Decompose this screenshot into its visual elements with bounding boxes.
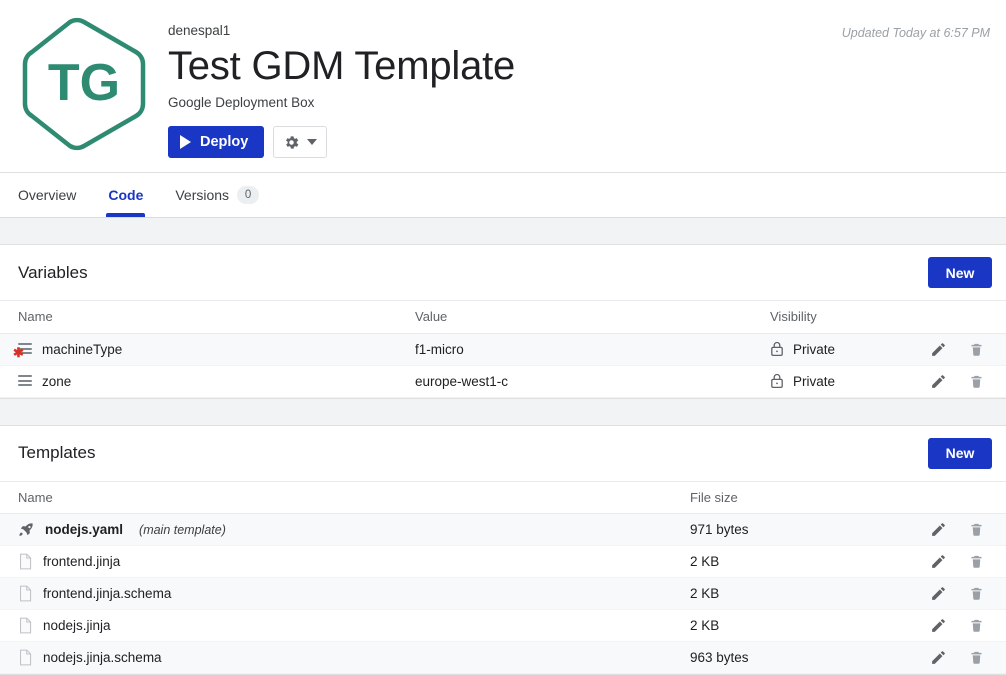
tab-bar: Overview Code Versions 0	[0, 173, 1006, 218]
tab-code[interactable]: Code	[92, 173, 159, 217]
tab-overview-label: Overview	[18, 187, 77, 203]
tab-overview[interactable]: Overview	[2, 173, 92, 217]
table-row[interactable]: ✱ machineType f1-micro Private	[0, 333, 1006, 365]
deploy-button[interactable]: Deploy	[168, 126, 265, 158]
svg-text:TG: TG	[48, 54, 120, 112]
page-subtitle: Google Deployment Box	[168, 95, 315, 110]
variable-name: zone	[42, 373, 72, 389]
pencil-icon[interactable]	[930, 585, 947, 602]
trash-icon[interactable]	[969, 341, 984, 358]
versions-count-badge: 0	[237, 186, 260, 204]
file-icon	[18, 617, 33, 634]
section-gap-middle	[0, 398, 1006, 425]
pencil-icon[interactable]	[930, 373, 947, 390]
file-icon	[18, 553, 33, 570]
deploy-button-label: Deploy	[200, 134, 249, 150]
table-row[interactable]: nodejs.yaml (main template) 971 bytes	[0, 513, 1006, 546]
main-template-note: (main template)	[139, 522, 226, 537]
chevron-down-icon	[307, 139, 318, 145]
template-name: frontend.jinja.schema	[43, 586, 172, 601]
rocket-icon	[18, 521, 35, 538]
template-filesize: 2 KB	[690, 586, 720, 601]
template-name: nodejs.yaml	[45, 522, 124, 537]
variables-title: Variables	[18, 262, 88, 282]
trash-icon[interactable]	[969, 553, 984, 570]
templates-col-actions	[930, 481, 1006, 514]
variable-value: f1-micro	[415, 341, 464, 357]
tab-code-label: Code	[108, 187, 144, 203]
pencil-icon[interactable]	[930, 617, 947, 634]
template-name: nodejs.jinja	[43, 618, 111, 633]
template-logo: TG	[14, 14, 154, 154]
templates-header-row: Name File size	[0, 481, 1006, 514]
trash-icon[interactable]	[969, 585, 984, 602]
lock-icon	[770, 373, 784, 389]
template-filesize: 2 KB	[690, 554, 720, 569]
variables-col-value: Value	[415, 301, 770, 334]
template-filesize: 971 bytes	[690, 522, 749, 537]
trash-icon[interactable]	[969, 521, 984, 538]
templates-col-name: Name	[0, 481, 690, 514]
variable-value: europe-west1-c	[415, 373, 509, 389]
variable-visibility: Private	[793, 341, 836, 357]
drag-handle-icon[interactable]	[18, 374, 32, 388]
page-header: Updated Today at 6:57 PM TG denespal1 Te…	[0, 0, 1006, 173]
trash-icon[interactable]	[969, 617, 984, 634]
lock-icon	[770, 341, 784, 357]
file-icon	[18, 585, 33, 602]
pencil-icon[interactable]	[930, 521, 947, 538]
variables-header-row: Name Value Visibility	[0, 301, 1006, 334]
hexagon-logo-icon: TG	[22, 17, 146, 151]
templates-table: Name File size nodejs.yaml (main templat…	[0, 481, 1006, 675]
file-icon	[18, 649, 33, 666]
table-row[interactable]: zone europe-west1-c Private	[0, 365, 1006, 397]
template-name: nodejs.jinja.schema	[43, 650, 162, 665]
variable-name: machineType	[42, 341, 123, 357]
updated-timestamp: Updated Today at 6:57 PM	[841, 26, 990, 40]
template-filesize: 2 KB	[690, 618, 720, 633]
page-title: Test GDM Template	[168, 44, 516, 88]
table-row[interactable]: frontend.jinja.schema 2 KB	[0, 577, 1006, 610]
template-filesize: 963 bytes	[690, 650, 749, 665]
required-asterisk-icon: ✱	[13, 345, 24, 360]
owner-name: denespal1	[168, 23, 231, 38]
variables-col-name: Name	[0, 301, 415, 334]
drag-handle-icon[interactable]: ✱	[13, 342, 32, 359]
variable-visibility: Private	[793, 373, 836, 389]
variables-new-button[interactable]: New	[928, 257, 992, 288]
pencil-icon[interactable]	[930, 553, 947, 570]
templates-col-filesize: File size	[690, 481, 930, 514]
pencil-icon[interactable]	[930, 649, 947, 666]
variables-col-actions	[930, 301, 1006, 334]
variables-card: Variables New Name Value Visibility ✱ ma…	[0, 244, 1006, 399]
template-name: frontend.jinja	[43, 554, 121, 569]
settings-dropdown-button[interactable]	[273, 126, 328, 158]
trash-icon[interactable]	[969, 373, 984, 390]
table-row[interactable]: nodejs.jinja 2 KB	[0, 610, 1006, 642]
play-icon	[180, 135, 191, 149]
trash-icon[interactable]	[969, 649, 984, 666]
gear-icon	[283, 134, 300, 151]
variables-col-visibility: Visibility	[770, 301, 930, 334]
table-row[interactable]: nodejs.jinja.schema 963 bytes	[0, 641, 1006, 674]
variables-table: Name Value Visibility ✱ machineType f1-m…	[0, 301, 1006, 398]
templates-card: Templates New Name File size nodejs.yaml…	[0, 424, 1006, 675]
templates-title: Templates	[18, 443, 96, 462]
tab-versions-label: Versions	[175, 187, 230, 203]
table-row[interactable]: frontend.jinja 2 KB	[0, 546, 1006, 578]
templates-new-button[interactable]: New	[928, 437, 992, 469]
pencil-icon[interactable]	[930, 341, 947, 358]
tab-versions[interactable]: Versions 0	[159, 173, 275, 217]
app-page: Updated Today at 6:57 PM TG denespal1 Te…	[0, 0, 1006, 675]
section-gap-top	[0, 218, 1006, 244]
